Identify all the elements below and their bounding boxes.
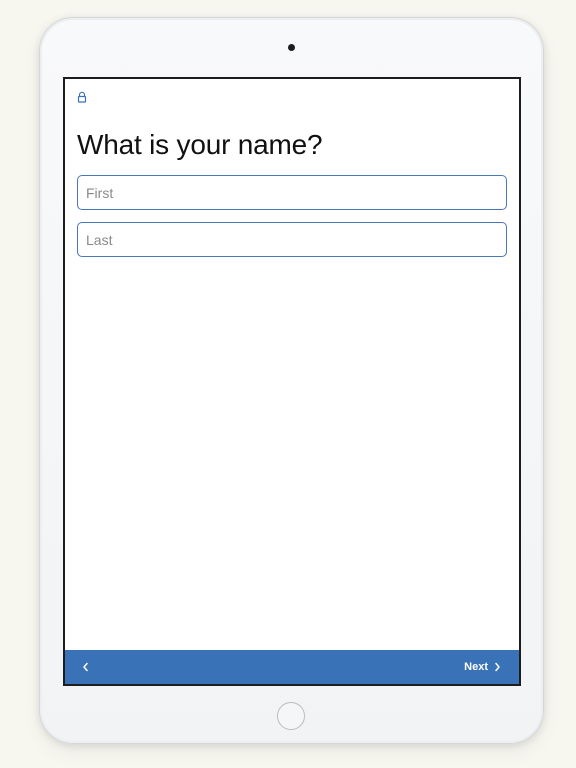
next-button-label: Next bbox=[464, 661, 488, 673]
next-button[interactable]: Next bbox=[464, 650, 501, 684]
home-button[interactable] bbox=[277, 702, 305, 730]
chevron-left-icon bbox=[82, 662, 89, 672]
front-camera bbox=[288, 44, 295, 51]
last-name-input[interactable] bbox=[77, 222, 507, 257]
lock-icon bbox=[77, 91, 87, 103]
question-heading: What is your name? bbox=[77, 129, 323, 160]
first-name-input[interactable] bbox=[77, 175, 507, 210]
back-button[interactable] bbox=[73, 650, 97, 684]
app-screen: What is your name? Next bbox=[63, 77, 521, 686]
chevron-right-icon bbox=[494, 662, 501, 672]
bottom-navigation-bar: Next bbox=[65, 650, 519, 684]
